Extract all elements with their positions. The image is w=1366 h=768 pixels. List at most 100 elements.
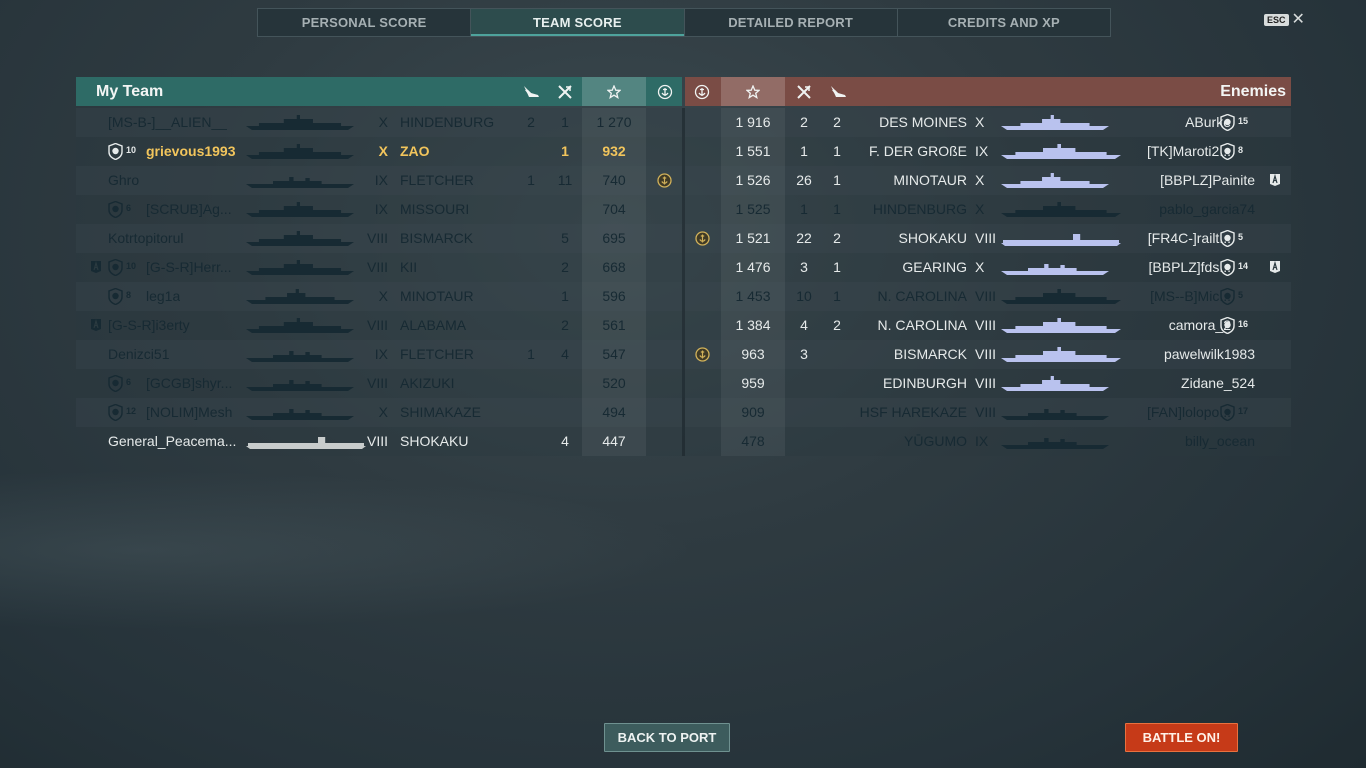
- player-row[interactable]: General_Peacema... VIII SHOKAKU 4 447: [76, 427, 682, 456]
- enemy-row[interactable]: 1 525 1 1 HINDENBURG Xpablo_garcia74: [685, 195, 1291, 224]
- player-rank: 6: [126, 377, 132, 387]
- ship-name: N. CAROLINA: [877, 288, 967, 304]
- enemy-row[interactable]: 1 453 10 1 N. CAROLINA VIII [MS--B]Mic... 5: [685, 282, 1291, 311]
- planes-destroyed: [516, 311, 546, 340]
- planes-destroyed: [516, 224, 546, 253]
- base-xp: 1 384: [735, 317, 771, 333]
- base-xp: 668: [602, 259, 626, 275]
- player-name: [NOLIM]Mesh: [146, 404, 233, 420]
- player-rank: 12: [126, 406, 137, 416]
- clan-badge-icon: [1220, 317, 1235, 334]
- ships-destroyed: [550, 369, 580, 398]
- anchor-medal-icon: [695, 231, 710, 246]
- ships-destroyed: 26: [796, 172, 812, 188]
- crossed-planes-icon[interactable]: [793, 77, 815, 106]
- player-name: Denizci51: [108, 346, 170, 362]
- player-row[interactable]: Ghro IX FLETCHER 1 11 740: [76, 166, 682, 195]
- crossed-planes-icon[interactable]: [554, 77, 576, 106]
- back-to-port-button[interactable]: BACK TO PORT: [604, 723, 730, 752]
- player-name: [G-S-R]Herr...: [146, 259, 232, 275]
- player-name: [TK]Maroti2...: [1146, 143, 1231, 159]
- ship-tier: X: [975, 172, 985, 188]
- clan-badge-icon: [1220, 114, 1235, 131]
- player-name: Ghro: [108, 172, 140, 188]
- ships-destroyed: [550, 195, 580, 224]
- star-icon[interactable]: [721, 77, 785, 106]
- ship-tier: IX: [975, 143, 989, 159]
- ship-name: HSF HAREKAZE: [859, 404, 967, 420]
- ship-tier: X: [975, 201, 985, 217]
- ship-silhouette-icon: [246, 195, 354, 224]
- player-name: [GCGB]shyr...: [146, 375, 233, 391]
- base-xp: 1 526: [735, 172, 771, 188]
- player-row[interactable]: 8 leg1a X MINOTAUR 1 596: [76, 282, 682, 311]
- a-rank-icon: [1269, 260, 1284, 277]
- tab-personal-score[interactable]: PERSONAL SCORE: [258, 9, 472, 36]
- ships-destroyed: 11: [557, 172, 573, 188]
- player-rank: 14: [1238, 261, 1249, 271]
- player-name: [MS--B]Mic...: [1150, 288, 1231, 304]
- base-xp: 1 270: [596, 114, 632, 130]
- anchor-medal-icon[interactable]: [654, 77, 676, 106]
- esc-close-button[interactable]: ESC ✕: [1264, 12, 1305, 28]
- enemy-row[interactable]: 1 521 22 2 SHOKAKU VIII [FR4C-]railt... 5: [685, 224, 1291, 253]
- ship-silhouette-icon: [1001, 369, 1109, 398]
- plane-icon[interactable]: [520, 77, 542, 106]
- player-row[interactable]: 10 grievous1993 X ZAO 1 932: [76, 137, 682, 166]
- ship-silhouette-icon: [246, 224, 354, 253]
- enemy-row[interactable]: 1 476 3 1 GEARING X [BBPLZ]fds... 14: [685, 253, 1291, 282]
- clan-badge-icon: [108, 404, 123, 421]
- ships-destroyed: [789, 398, 819, 427]
- player-row[interactable]: 10 [G-S-R]Herr... VIII KII 2 668: [76, 253, 682, 282]
- player-row[interactable]: Denizci51 IX FLETCHER 1 4 547: [76, 340, 682, 369]
- background-haze: [0, 470, 700, 630]
- ship-silhouette-icon: [1001, 166, 1109, 195]
- ships-destroyed: 4: [561, 433, 569, 449]
- player-rank: 8: [1238, 145, 1244, 155]
- plane-icon[interactable]: [827, 77, 849, 106]
- anchor-medal-icon: [695, 347, 710, 362]
- enemy-row[interactable]: 1 526 26 1 MINOTAUR X [BBPLZ]Painite: [685, 166, 1291, 195]
- enemy-row[interactable]: 1 551 1 1 F. DER GROßE IX [TK]Maroti2... 8: [685, 137, 1291, 166]
- battle-on-button[interactable]: BATTLE ON!: [1125, 723, 1238, 752]
- player-rank: 5: [1238, 232, 1244, 242]
- ship-silhouette-icon: [246, 369, 354, 398]
- player-rank: 6: [126, 203, 132, 213]
- star-icon[interactable]: [582, 77, 646, 106]
- player-row[interactable]: [MS-B-]__ALIEN__ X HINDENBURG 2 1 1 270: [76, 108, 682, 137]
- base-xp: 547: [602, 346, 626, 362]
- ship-name: N. CAROLINA: [877, 317, 967, 333]
- planes-destroyed: 1: [527, 172, 535, 188]
- my-team-title: My Team: [96, 83, 164, 100]
- anchor-medal-icon[interactable]: [691, 77, 713, 106]
- player-row[interactable]: 6 [GCGB]shyr... VIII AKIZUKI 520: [76, 369, 682, 398]
- player-rank: 8: [126, 290, 132, 300]
- ships-destroyed: 3: [800, 259, 808, 275]
- ships-destroyed: [789, 427, 819, 456]
- player-row[interactable]: [G-S-R]i3erty VIII ALABAMA 2 561: [76, 311, 682, 340]
- player-row[interactable]: 12 [NOLIM]Mesh X SHIMAKAZE 494: [76, 398, 682, 427]
- my-team-header: My Team: [76, 77, 682, 106]
- enemy-row[interactable]: 1 384 4 2 N. CAROLINA VIII camora_2 16: [685, 311, 1291, 340]
- tab-team-score[interactable]: TEAM SCORE: [471, 9, 685, 36]
- tab-credits-and-xp[interactable]: CREDITS AND XP: [898, 9, 1110, 36]
- tab-detailed-report[interactable]: DETAILED REPORT: [685, 9, 898, 36]
- ship-name: EDINBURGH: [882, 375, 967, 391]
- player-row[interactable]: Kotrtopitorul VIII BISMARCK 5 695: [76, 224, 682, 253]
- player-row[interactable]: 6 [SCRUB]Ag... IX MISSOURI 704: [76, 195, 682, 224]
- ships-destroyed: 2: [561, 317, 569, 333]
- planes-destroyed: 2: [527, 114, 535, 130]
- enemies-title: Enemies: [1220, 83, 1286, 100]
- enemy-row[interactable]: 959 EDINBURGH VIII Zidane_524: [685, 369, 1291, 398]
- planes-destroyed: [516, 253, 546, 282]
- player-name: billy_ocean: [1184, 433, 1255, 449]
- anchor-medal-icon: [657, 173, 672, 188]
- enemy-row[interactable]: 963 3 BISMARCK VIII pawelwilk1983: [685, 340, 1291, 369]
- enemy-row[interactable]: 478 YŪGUMO IX billy_ocean: [685, 427, 1291, 456]
- enemy-row[interactable]: 909 HSF HAREKAZE VIII [FAN]lolopo... 17: [685, 398, 1291, 427]
- player-name: Zidane_524: [1181, 375, 1255, 391]
- ship-silhouette-icon: [246, 398, 354, 427]
- enemy-row[interactable]: 1 916 2 2 DES MOINES X ABurke 15: [685, 108, 1291, 137]
- base-xp: 494: [602, 404, 626, 420]
- ship-silhouette-icon: [246, 166, 354, 195]
